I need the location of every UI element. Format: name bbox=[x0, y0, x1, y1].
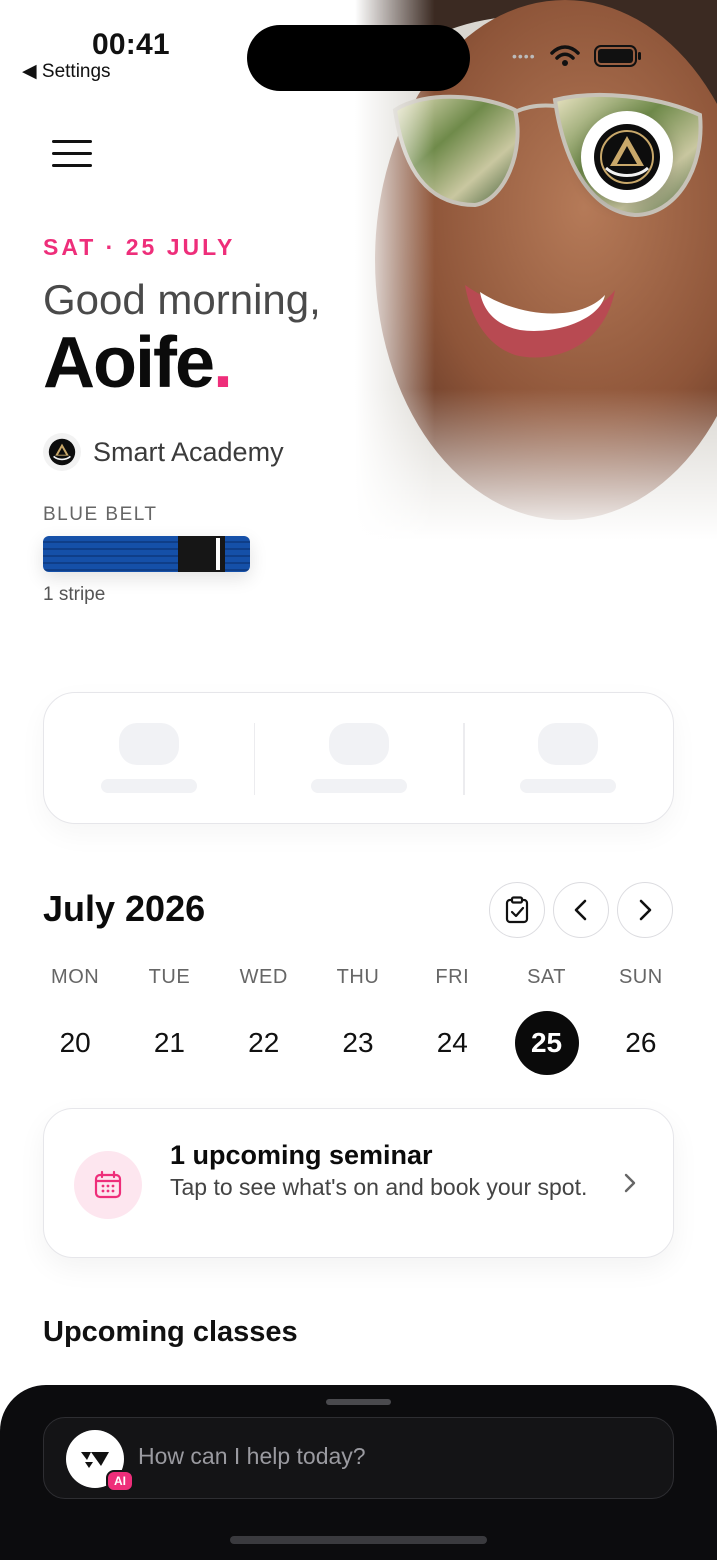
chevron-left-icon bbox=[574, 899, 587, 921]
chevron-right-icon bbox=[639, 899, 652, 921]
day-sun[interactable]: SUN 26 bbox=[594, 966, 688, 1075]
month-title: July 2026 bbox=[43, 888, 206, 929]
ai-badge: AI bbox=[106, 1470, 134, 1492]
battery-icon bbox=[593, 45, 641, 67]
club-logo-icon bbox=[594, 124, 660, 190]
dynamic-island bbox=[247, 25, 470, 91]
calendar-icon bbox=[74, 1151, 142, 1219]
day-of-week: SUN bbox=[618, 966, 663, 988]
academy-row[interactable]: Smart Academy bbox=[43, 433, 284, 471]
day-number: 24 bbox=[436, 1027, 468, 1058]
status-time: 00:41 bbox=[92, 28, 170, 61]
day-tue[interactable]: TUE 21 bbox=[122, 966, 216, 1075]
greeting: Good morning, bbox=[43, 276, 321, 323]
date-label: SAT · 25 JULY bbox=[43, 234, 236, 260]
club-badge[interactable] bbox=[581, 111, 673, 203]
attendance-button[interactable] bbox=[489, 882, 545, 938]
cellular-icon: •••• bbox=[512, 48, 536, 64]
back-label: Settings bbox=[41, 61, 111, 82]
previous-week-button[interactable] bbox=[553, 882, 609, 938]
day-of-week: FRI bbox=[435, 966, 470, 988]
chevron-right-icon bbox=[624, 1173, 636, 1193]
day-of-week: THU bbox=[336, 966, 380, 988]
upcoming-classes-heading: Upcoming classes bbox=[43, 1316, 298, 1348]
home-indicator bbox=[230, 1536, 487, 1544]
day-mon[interactable]: MON 20 bbox=[28, 966, 122, 1075]
sheet-grabber[interactable] bbox=[326, 1399, 391, 1405]
belt-graphic bbox=[43, 536, 250, 572]
assistant-placeholder: How can I help today? bbox=[138, 1443, 366, 1469]
day-number-selected: 25 bbox=[514, 1011, 579, 1075]
stat-skeleton bbox=[44, 693, 254, 823]
status-icons: •••• bbox=[512, 44, 642, 68]
stat-skeleton bbox=[253, 693, 464, 823]
day-wed[interactable]: WED 22 bbox=[217, 966, 311, 1075]
belt-label: BLUE BELT bbox=[43, 504, 158, 525]
day-thu[interactable]: THU 23 bbox=[311, 966, 405, 1075]
back-to-settings[interactable]: ◀ Settings bbox=[22, 60, 111, 83]
assistant-input[interactable]: AI How can I help today? bbox=[43, 1417, 674, 1499]
clipboard-check-icon bbox=[505, 896, 529, 924]
day-fri[interactable]: FRI 24 bbox=[405, 966, 499, 1075]
name-dot: . bbox=[213, 323, 233, 403]
user-name-text: Aoife bbox=[43, 323, 215, 403]
day-number: 21 bbox=[153, 1027, 185, 1058]
day-number: 22 bbox=[248, 1027, 280, 1058]
day-sat[interactable]: SAT 25 bbox=[499, 966, 593, 1075]
day-of-week: SAT bbox=[527, 966, 566, 988]
belt-stripe bbox=[216, 538, 220, 570]
wifi-icon bbox=[549, 45, 580, 66]
stat-skeleton bbox=[463, 693, 673, 823]
next-week-button[interactable] bbox=[617, 882, 673, 938]
stats-card-loading bbox=[43, 692, 674, 824]
seminar-card[interactable]: 1 upcoming seminar Tap to see what's on … bbox=[43, 1108, 674, 1258]
seminar-subtitle: Tap to see what's on and book your spot. bbox=[170, 1174, 588, 1200]
user-name: Aoife. bbox=[43, 322, 233, 404]
day-number: 26 bbox=[625, 1027, 657, 1058]
week-strip: MON 20 TUE 21 WED 22 THU 23 FRI 24 SAT 25 SUN 2… bbox=[28, 966, 688, 1075]
day-of-week: MON bbox=[51, 966, 100, 988]
stripe-count: 1 stripe bbox=[43, 584, 106, 605]
assistant-sheet: AI How can I help today? bbox=[0, 1385, 717, 1560]
seminar-title: 1 upcoming seminar bbox=[170, 1140, 433, 1170]
day-number: 20 bbox=[59, 1027, 91, 1058]
day-of-week: TUE bbox=[148, 966, 191, 988]
academy-name: Smart Academy bbox=[93, 436, 284, 467]
menu-icon[interactable] bbox=[52, 140, 94, 170]
day-of-week: WED bbox=[239, 966, 288, 988]
academy-logo-icon bbox=[43, 433, 81, 471]
day-number: 23 bbox=[342, 1027, 374, 1058]
